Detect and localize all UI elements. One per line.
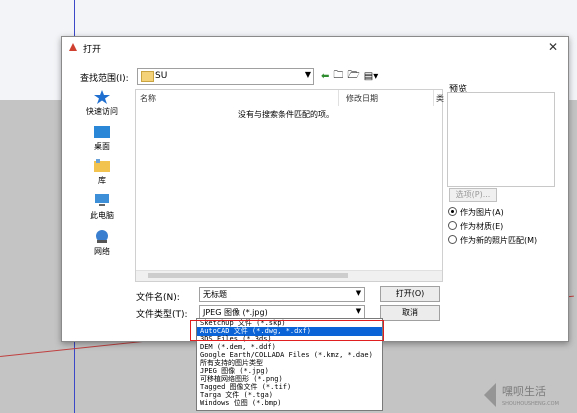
- place-label: 桌面: [94, 142, 110, 151]
- place-library[interactable]: 库: [80, 159, 124, 186]
- radio-dot: [448, 221, 457, 230]
- dialog-title: 打开: [83, 45, 102, 55]
- place-label: 快速访问: [86, 107, 118, 116]
- filename-label: 文件名(N):: [136, 293, 180, 303]
- folder-icon: [141, 71, 154, 82]
- view-menu-icon[interactable]: ▤▾: [364, 71, 378, 82]
- radio-label: 作为图片(A): [460, 208, 504, 217]
- radio-as-photo-match[interactable]: 作为新的照片匹配(M): [448, 235, 537, 246]
- column-modified[interactable]: 修改日期: [346, 93, 378, 104]
- radio-dot: [448, 207, 457, 216]
- cancel-button[interactable]: 取消: [380, 305, 440, 321]
- filetype-label: 文件类型(T):: [136, 310, 188, 320]
- place-network[interactable]: 网络: [80, 229, 124, 257]
- place-quick-access[interactable]: 快速访问: [80, 90, 124, 117]
- lookin-value: SU: [155, 71, 168, 81]
- radio-as-image[interactable]: 作为图片(A): [448, 207, 504, 218]
- desktop-icon: [94, 126, 110, 138]
- chevron-down-icon[interactable]: ▼: [354, 289, 363, 300]
- open-button[interactable]: 打开(O): [380, 286, 440, 302]
- place-this-pc[interactable]: 此电脑: [80, 193, 124, 221]
- open-file-dialog: 打开 ✕ 查找范围(I): SU ▼ ⬅ 🗀 🗁 ▤▾ 快速访问 桌面 库 此电…: [61, 36, 569, 342]
- new-folder-icon[interactable]: 🗁: [347, 68, 359, 85]
- network-icon: [96, 230, 108, 243]
- dialog-titlebar[interactable]: 打开 ✕: [62, 37, 568, 59]
- star-icon: [94, 90, 110, 104]
- close-button[interactable]: ✕: [548, 40, 558, 54]
- watermark-logo: 嘿呗生活 SHOUHOUSHENG.COM: [484, 383, 559, 407]
- radio-label: 作为材质(E): [460, 222, 504, 231]
- radio-label: 作为新的照片匹配(M): [460, 236, 538, 245]
- filename-input[interactable]: 无标题 ▼: [199, 287, 365, 302]
- column-name[interactable]: 名称: [140, 93, 156, 104]
- place-label: 此电脑: [90, 211, 114, 220]
- lookin-toolbar: ⬅ 🗀 🗁 ▤▾: [321, 68, 378, 84]
- place-desktop[interactable]: 桌面: [80, 125, 124, 152]
- place-label: 库: [98, 176, 106, 185]
- scrollbar-thumb[interactable]: [148, 273, 348, 278]
- place-label: 网络: [94, 247, 110, 256]
- lookin-select[interactable]: SU ▼: [137, 68, 314, 85]
- chevron-down-icon[interactable]: ▼: [354, 307, 363, 318]
- computer-icon: [95, 194, 109, 206]
- sketchup-logo-icon: [69, 43, 77, 51]
- column-separator: [433, 90, 434, 106]
- chevron-down-icon: ▼: [304, 70, 311, 79]
- filename-value: 无标题: [203, 290, 227, 299]
- highlight-annotation-box: [190, 320, 384, 341]
- lookin-label: 查找范围(I):: [80, 74, 129, 84]
- empty-message: 没有与搜索条件匹配的项。: [238, 110, 334, 119]
- watermark-text: 嘿呗生活: [502, 384, 546, 398]
- watermark-subtext: SHOUHOUSHENG.COM: [502, 401, 559, 407]
- horizontal-scrollbar[interactable]: [136, 270, 442, 281]
- file-list[interactable]: 名称 修改日期 类 没有与搜索条件匹配的项。: [135, 89, 444, 282]
- options-button[interactable]: 选项(P)...: [449, 188, 497, 202]
- radio-as-material[interactable]: 作为材质(E): [448, 221, 503, 232]
- filetype-option[interactable]: Windows 位图 (*.bmp): [197, 399, 382, 408]
- column-type[interactable]: 类: [436, 93, 444, 104]
- column-separator: [338, 90, 339, 106]
- library-icon: [94, 159, 110, 172]
- back-arrow-icon[interactable]: ⬅: [321, 71, 329, 82]
- up-folder-icon[interactable]: 🗀: [333, 68, 343, 85]
- filetype-value: JPEG 图像 (*.jpg): [203, 308, 268, 317]
- radio-dot: [448, 235, 457, 244]
- preview-pane: [447, 92, 555, 187]
